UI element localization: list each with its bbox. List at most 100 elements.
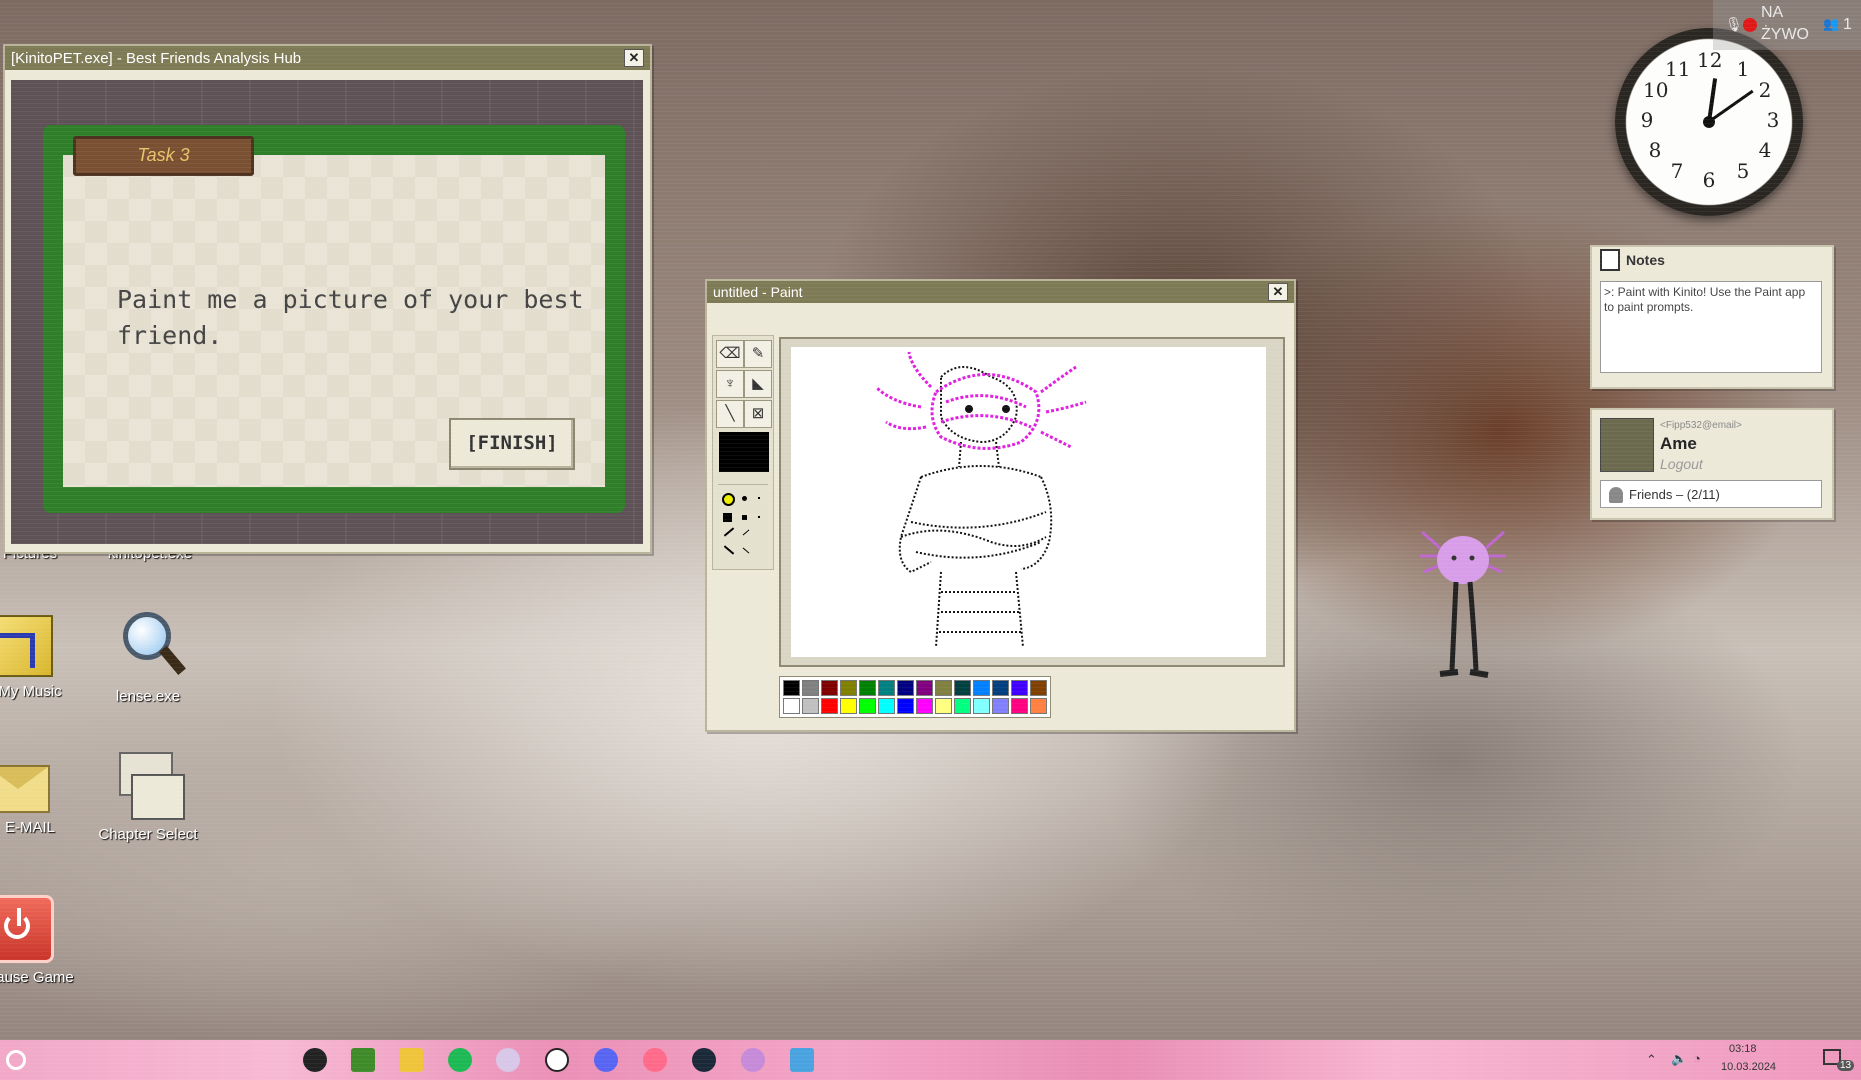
penguin-app-icon[interactable] xyxy=(545,1048,569,1072)
palette-swatch[interactable] xyxy=(916,698,933,714)
notes-title: Notes xyxy=(1626,252,1665,268)
fill-tool-icon[interactable]: ◣ xyxy=(744,370,772,398)
desktop-icon-email[interactable]: E-MAIL xyxy=(0,765,90,836)
task-prompt: Paint me a picture of your best friend. xyxy=(117,285,584,350)
desktop-icon-pause-game[interactable]: Pause Game xyxy=(0,895,90,986)
palette-swatch[interactable] xyxy=(802,698,819,714)
envelope-icon xyxy=(0,765,50,813)
notes-text[interactable]: >: Paint with Kinito! Use the Paint app … xyxy=(1600,281,1822,373)
desktop-icon-lense[interactable]: lense.exe xyxy=(88,610,208,705)
palette-swatch[interactable] xyxy=(1030,680,1047,696)
palette-swatch[interactable] xyxy=(859,698,876,714)
friends-label: Friends – (2/11) xyxy=(1629,487,1720,502)
palette-swatch[interactable] xyxy=(897,680,914,696)
vtuber-app-icon[interactable] xyxy=(643,1048,667,1072)
photos-app-icon[interactable] xyxy=(790,1048,814,1072)
clock-number: 3 xyxy=(1766,108,1780,132)
paint-app-icon[interactable] xyxy=(496,1048,520,1072)
clear-tool-icon[interactable]: ⊠ xyxy=(744,400,772,428)
system-tray: ⌃ 🔈 ◔ 03:18 10.03.2024 13 xyxy=(1641,1040,1861,1080)
palette-swatch[interactable] xyxy=(840,698,857,714)
palette-swatch[interactable] xyxy=(1011,698,1028,714)
kinito-creature[interactable] xyxy=(1418,510,1508,685)
desktop-icon-label: E-MAIL xyxy=(4,819,55,836)
line-tool-icon[interactable]: ╲ xyxy=(716,400,744,428)
steam-icon[interactable] xyxy=(692,1048,716,1072)
logout-link[interactable]: Logout xyxy=(1660,456,1703,472)
notification-count: 13 xyxy=(1837,1060,1855,1071)
person-icon xyxy=(1609,487,1623,503)
desktop-icon-label: Chapter Select xyxy=(98,826,198,843)
close-button[interactable]: ✕ xyxy=(1268,283,1288,301)
paint-window[interactable]: untitled - Paint ✕ ⌫ ✎ ♆ ◣ ╲ ⊠ xyxy=(705,279,1296,732)
palette-swatch[interactable] xyxy=(840,680,857,696)
profile-name: Ame xyxy=(1660,434,1697,453)
clock-number: 9 xyxy=(1640,108,1654,132)
chevron-up-icon[interactable]: ⌃ xyxy=(1646,1052,1657,1068)
close-button[interactable]: ✕ xyxy=(624,49,644,67)
speaker-icon[interactable]: 🔈 xyxy=(1671,1051,1687,1067)
palette-swatch[interactable] xyxy=(878,698,895,714)
search-icon[interactable] xyxy=(6,1050,26,1070)
brush-tool-icon[interactable]: ♆ xyxy=(716,370,744,398)
palette-swatch[interactable] xyxy=(935,680,952,696)
file-explorer-icon[interactable] xyxy=(399,1048,423,1072)
desktop-icon-my-music[interactable]: My Music xyxy=(0,615,90,700)
drawing-sketch xyxy=(874,351,1087,648)
tray-time[interactable]: 03:18 xyxy=(1729,1043,1757,1055)
window-title: untitled - Paint xyxy=(713,284,803,300)
obs-icon[interactable] xyxy=(303,1048,327,1072)
live-indicator: 🎙 NA ŻYWO 👥 1 xyxy=(1713,0,1861,50)
brush-size-options[interactable] xyxy=(718,484,768,563)
palette-swatch[interactable] xyxy=(973,680,990,696)
finish-button[interactable]: [FINISH] xyxy=(449,418,575,470)
clock-number: 12 xyxy=(1697,48,1723,72)
windows-stack-icon xyxy=(113,752,185,820)
friends-button[interactable]: Friends – (2/11) xyxy=(1600,480,1822,508)
palette-swatch[interactable] xyxy=(802,680,819,696)
palette-swatch[interactable] xyxy=(954,698,971,714)
palette-swatch[interactable] xyxy=(783,698,800,714)
profile-email: <Fipp532@email> xyxy=(1660,420,1742,431)
live-label-line1: NA xyxy=(1761,4,1784,21)
palette-swatch[interactable] xyxy=(916,680,933,696)
discord-icon[interactable] xyxy=(594,1048,618,1072)
palette-swatch[interactable] xyxy=(821,698,838,714)
desktop-icon-chapter-select[interactable]: Chapter Select xyxy=(88,752,208,843)
kinito-app-icon[interactable] xyxy=(741,1048,765,1072)
clock-number: 10 xyxy=(1643,78,1669,102)
spotify-icon[interactable] xyxy=(448,1048,472,1072)
palette-swatch[interactable] xyxy=(1011,680,1028,696)
window-title: [KinitoPET.exe] - Best Friends Analysis … xyxy=(11,49,302,67)
palette-swatch[interactable] xyxy=(783,680,800,696)
eraser-tool-icon[interactable]: ⌫ xyxy=(716,340,744,368)
kinito-title-bar[interactable]: [KinitoPET.exe] - Best Friends Analysis … xyxy=(5,46,650,70)
palette-swatch[interactable] xyxy=(878,680,895,696)
viewers-icon: 👥 xyxy=(1823,16,1840,31)
live-dot xyxy=(1743,18,1757,32)
palette-swatch[interactable] xyxy=(821,680,838,696)
paint-canvas[interactable] xyxy=(791,347,1266,657)
palette-swatch[interactable] xyxy=(935,698,952,714)
palette-swatch[interactable] xyxy=(1030,698,1047,714)
desktop-icon-label: Pause Game xyxy=(0,969,74,986)
paint-title-bar[interactable]: untitled - Paint ✕ xyxy=(707,281,1294,303)
pencil-tool-icon[interactable]: ✎ xyxy=(744,340,772,368)
canvas-frame xyxy=(779,337,1285,667)
palette-swatch[interactable] xyxy=(992,698,1009,714)
tray-date[interactable]: 10.03.2024 xyxy=(1721,1061,1776,1073)
palette-swatch[interactable] xyxy=(954,680,971,696)
clock-number: 1 xyxy=(1736,57,1750,81)
analog-clock: 12 1 2 3 4 5 6 7 8 9 10 11 xyxy=(1615,28,1803,216)
clock-number: 6 xyxy=(1702,168,1716,192)
color-palette[interactable] xyxy=(779,676,1051,718)
palette-swatch[interactable] xyxy=(897,698,914,714)
palette-swatch[interactable] xyxy=(859,680,876,696)
palette-swatch[interactable] xyxy=(992,680,1009,696)
kinito-window[interactable]: [KinitoPET.exe] - Best Friends Analysis … xyxy=(3,44,652,554)
wifi-icon[interactable]: ◔ xyxy=(1693,1051,1701,1066)
minecraft-icon[interactable] xyxy=(351,1048,375,1072)
palette-swatch[interactable] xyxy=(973,698,990,714)
clock-number: 7 xyxy=(1670,159,1684,183)
notes-panel: Notes >: Paint with Kinito! Use the Pain… xyxy=(1590,245,1834,389)
